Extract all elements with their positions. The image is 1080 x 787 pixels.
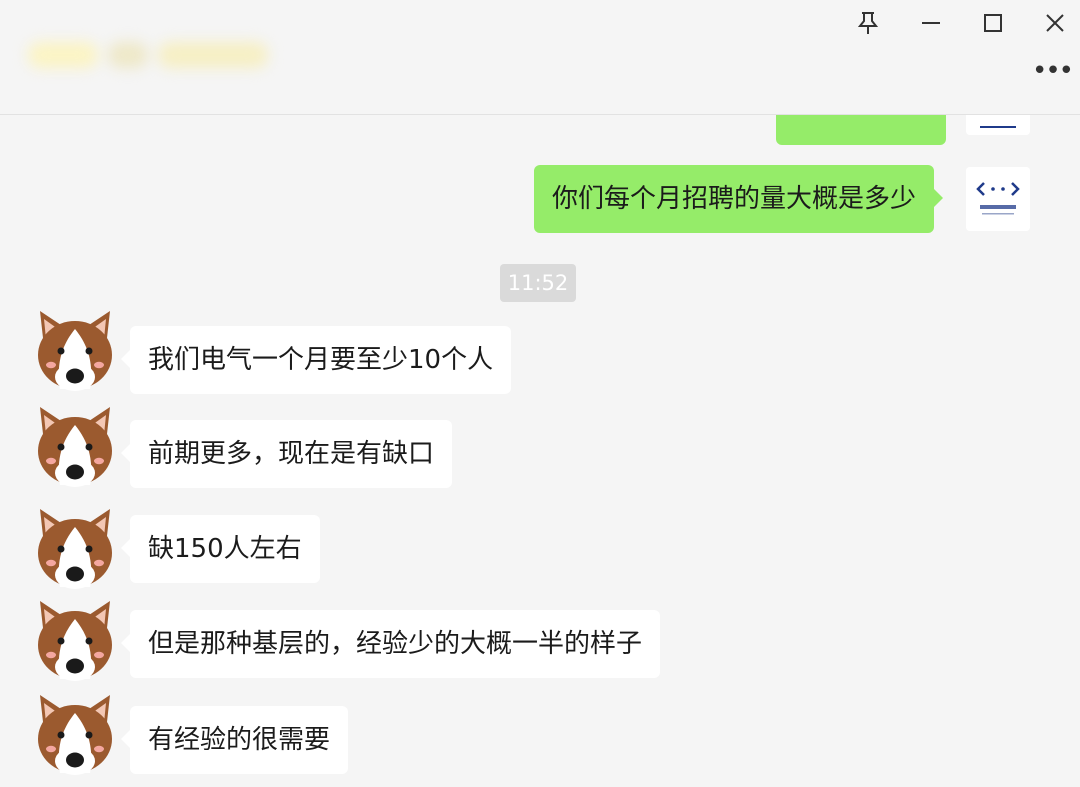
message-text: 你们每个月招聘的量大概是多少 bbox=[552, 184, 917, 214]
incoming-message-bubble[interactable]: 前期更多，现在是有缺口 bbox=[120, 420, 453, 488]
outgoing-message-bubble[interactable]: 你们每个月招聘的量大概是多少 bbox=[534, 165, 944, 233]
incoming-message-bubble[interactable]: 我们电气一个月要至少10个人 bbox=[120, 326, 512, 394]
pin-icon[interactable] bbox=[849, 4, 887, 42]
dog-avatar[interactable] bbox=[30, 503, 120, 593]
dog-avatar[interactable] bbox=[30, 305, 120, 395]
dog-avatar[interactable] bbox=[30, 401, 120, 491]
outgoing-message-bubble[interactable] bbox=[776, 115, 946, 145]
message-text: 我们电气一个月要至少10个人 bbox=[148, 345, 494, 375]
close-icon[interactable] bbox=[1036, 4, 1074, 42]
title-bar: ••• bbox=[0, 0, 1080, 115]
dog-avatar[interactable] bbox=[30, 595, 120, 685]
maximize-icon[interactable] bbox=[974, 4, 1012, 42]
contact-title-blurred bbox=[28, 30, 298, 86]
self-avatar[interactable] bbox=[966, 167, 1030, 231]
minimize-icon[interactable] bbox=[912, 4, 950, 42]
dog-avatar[interactable] bbox=[30, 689, 120, 779]
message-text: 前期更多，现在是有缺口 bbox=[148, 439, 435, 469]
self-avatar[interactable] bbox=[966, 115, 1030, 135]
incoming-message-bubble[interactable]: 缺150人左右 bbox=[121, 515, 320, 583]
message-text: 但是那种基层的，经验少的大概一半的样子 bbox=[148, 629, 643, 659]
more-options-button[interactable]: ••• bbox=[1032, 56, 1074, 86]
incoming-message-bubble[interactable]: 但是那种基层的，经验少的大概一半的样子 bbox=[120, 610, 661, 678]
incoming-message-bubble[interactable]: 有经验的很需要 bbox=[120, 706, 349, 774]
chat-area[interactable]: 你们每个月招聘的量大概是多少 11:52 我们电气一个月要至少10个人 前期更多… bbox=[0, 115, 1080, 787]
message-text: 缺150人左右 bbox=[148, 534, 302, 564]
message-timestamp: 11:52 bbox=[500, 264, 576, 302]
message-text: 有经验的很需要 bbox=[148, 725, 331, 755]
